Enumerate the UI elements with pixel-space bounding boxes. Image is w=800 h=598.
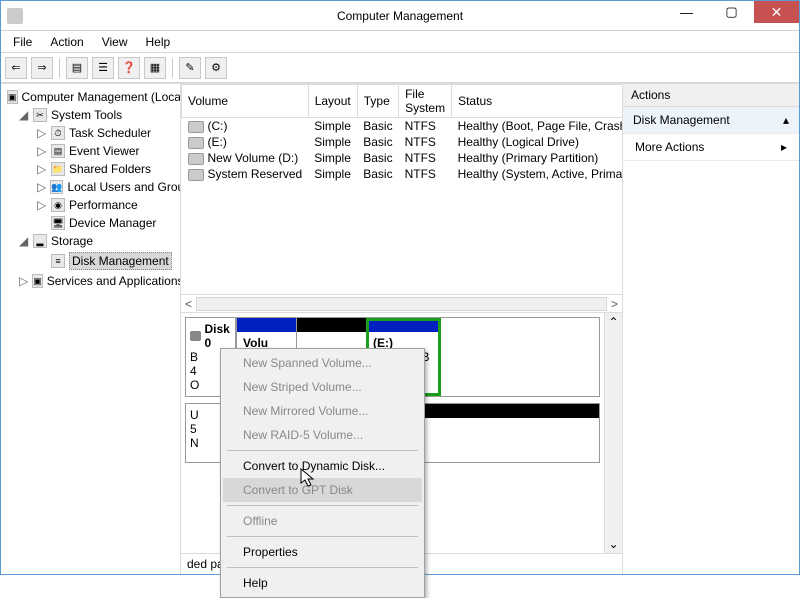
maximize-button[interactable]: ▢ [709,1,754,23]
window-title: Computer Management [337,9,463,23]
collapse-icon: ▴ [783,113,789,127]
scheduler-icon: ⏱ [51,126,65,140]
menu-help[interactable]: Help [138,33,179,51]
col-layout[interactable]: Layout [308,85,357,118]
horizontal-scrollbar[interactable]: <> [181,294,622,312]
chevron-right-icon: ▸ [781,140,787,154]
toolbar: ⇐ ⇒ ▤ ☰ ❓ ▦ ✎ ⚙ [1,53,799,83]
table-row[interactable]: New Volume (D:)SimpleBasicNTFSHealthy (P… [182,150,623,166]
toolbar-btn-6[interactable]: ⚙ [205,57,227,79]
volume-icon [188,153,204,165]
actions-disk-management[interactable]: Disk Management▴ [623,107,799,134]
disk-icon: ≡ [51,254,65,268]
toolbar-btn-1[interactable]: ▤ [66,57,88,79]
table-row[interactable]: (C:)SimpleBasicNTFSHealthy (Boot, Page F… [182,118,623,135]
users-icon: 👥 [50,180,63,194]
tree-system-tools[interactable]: System Tools [51,108,122,122]
tree-device-manager[interactable]: Device Manager [69,216,156,230]
col-filesystem[interactable]: File System [399,85,452,118]
actions-more[interactable]: More Actions▸ [623,134,799,161]
toolbar-btn-4[interactable]: ▦ [144,57,166,79]
event-viewer-icon: ▤ [51,144,65,158]
tree-root[interactable]: Computer Management (Local [22,90,181,104]
context-menu[interactable]: New Spanned Volume...New Striped Volume.… [220,348,425,598]
forward-button[interactable]: ⇒ [31,57,53,79]
table-row[interactable]: System ReservedSimpleBasicNTFSHealthy (S… [182,166,623,182]
context-menu-item: New Mirrored Volume... [223,399,422,423]
device-icon: 🖥 [51,216,65,230]
table-row[interactable]: (E:)SimpleBasicNTFSHealthy (Logical Driv… [182,134,623,150]
context-menu-item: Offline [223,509,422,533]
toolbar-btn-3[interactable]: ❓ [118,57,140,79]
tree-disk-management[interactable]: Disk Management [69,252,172,270]
context-menu-item: Convert to GPT Disk [223,478,422,502]
col-volume[interactable]: Volume [182,85,309,118]
col-status[interactable]: Status [452,85,622,118]
tree-local-users[interactable]: Local Users and Groups [67,180,181,194]
tree-event-viewer[interactable]: Event Viewer [69,144,139,158]
menu-view[interactable]: View [94,33,136,51]
minimize-button[interactable]: — [664,1,709,23]
app-icon [7,8,23,24]
tree-root-icon: ▣ [7,90,18,104]
volume-icon [188,121,204,133]
tree-storage[interactable]: Storage [51,234,93,248]
context-menu-item: New Spanned Volume... [223,351,422,375]
shared-icon: 📁 [51,162,65,176]
volume-icon [188,169,204,181]
context-menu-item: New RAID-5 Volume... [223,423,422,447]
storage-icon: ▂ [33,234,47,248]
tree-shared-folders[interactable]: Shared Folders [69,162,151,176]
back-button[interactable]: ⇐ [5,57,27,79]
volume-table[interactable]: Volume Layout Type File System Status (C… [181,84,622,182]
perf-icon: ◉ [51,198,65,212]
menu-action[interactable]: Action [42,33,91,51]
disk-icon [190,331,201,341]
vertical-scrollbar[interactable]: ⌃⌄ [604,313,622,553]
toolbar-btn-2[interactable]: ☰ [92,57,114,79]
menu-file[interactable]: File [5,33,40,51]
context-menu-item[interactable]: Convert to Dynamic Disk... [223,454,422,478]
nav-tree[interactable]: ▣Computer Management (Local ◢✂System Too… [1,84,181,574]
menubar: File Action View Help [1,31,799,53]
actions-header: Actions [623,84,799,107]
close-button[interactable]: ✕ [754,1,799,23]
services-icon: ▣ [32,274,43,288]
folder-icon: ✂ [33,108,47,122]
tree-task-scheduler[interactable]: Task Scheduler [69,126,151,140]
titlebar: Computer Management — ▢ ✕ [1,1,799,31]
toolbar-btn-5[interactable]: ✎ [179,57,201,79]
col-type[interactable]: Type [357,85,398,118]
tree-services[interactable]: Services and Applications [47,274,181,288]
tree-performance[interactable]: Performance [69,198,138,212]
context-menu-item[interactable]: Properties [223,540,422,564]
actions-pane: Actions Disk Management▴ More Actions▸ [623,84,799,574]
context-menu-item: New Striped Volume... [223,375,422,399]
volume-icon [188,137,204,149]
